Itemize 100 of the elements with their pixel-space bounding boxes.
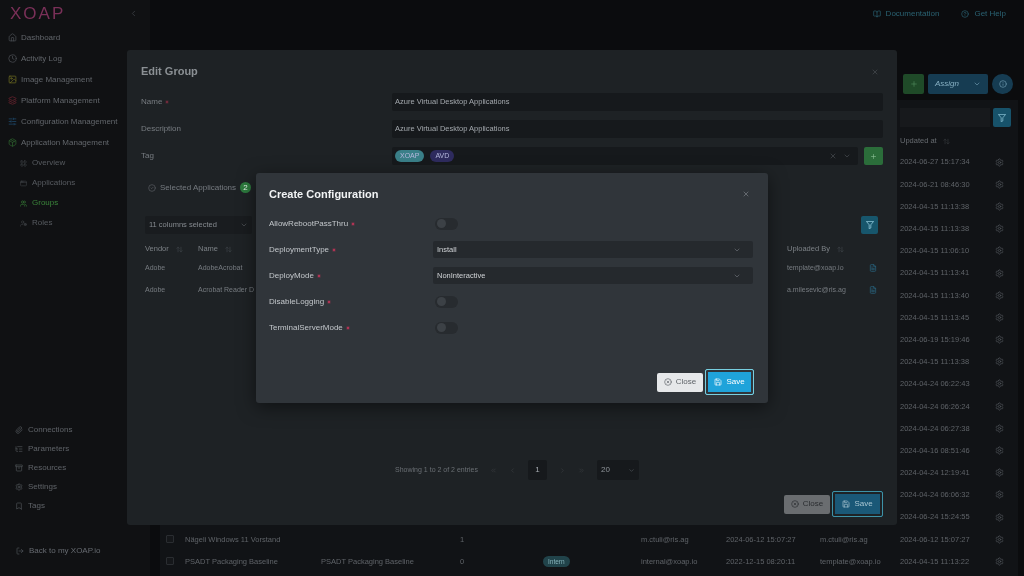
archive-icon [15, 463, 23, 472]
sliders-icon [8, 117, 17, 126]
sidebar-item[interactable]: Connections [15, 420, 73, 439]
row-checkbox[interactable] [166, 557, 174, 566]
user-gear-icon [20, 219, 27, 227]
gear-icon[interactable] [995, 224, 1004, 234]
plus-icon [870, 152, 877, 160]
image-icon [8, 75, 17, 84]
sort-icon[interactable] [175, 245, 183, 253]
gear-icon[interactable] [995, 490, 1004, 500]
sort-icon[interactable] [942, 137, 950, 145]
gear-icon[interactable] [995, 468, 1004, 478]
gear-icon[interactable] [995, 357, 1004, 367]
close-icon[interactable] [871, 67, 879, 76]
sort-icon[interactable] [225, 245, 232, 253]
gear-icon[interactable] [995, 201, 1004, 211]
sidebar-item[interactable]: Image Management [8, 69, 93, 90]
save-button[interactable]: Save [705, 369, 754, 395]
info-button[interactable] [992, 74, 1013, 94]
collapse-icon[interactable] [129, 9, 138, 18]
header-link[interactable]: Get Help [961, 8, 1006, 20]
add-button[interactable] [903, 74, 924, 94]
gear-icon[interactable] [995, 534, 1004, 544]
chevron-down-icon[interactable] [843, 152, 851, 160]
close-circle-icon [663, 378, 672, 386]
toggle-switch[interactable] [435, 295, 458, 308]
sidebar-subitem[interactable]: Roles [20, 213, 53, 233]
sidebar-subitem[interactable]: Groups [20, 193, 59, 213]
assign-dropdown[interactable]: Assign [928, 74, 988, 94]
count-badge: 2 [240, 182, 252, 193]
close-button[interactable]: Close [657, 372, 703, 392]
save-icon [842, 500, 851, 508]
filter-button[interactable] [861, 216, 878, 234]
list-icon [15, 444, 23, 453]
gear-icon[interactable] [995, 335, 1004, 345]
filter-icon [998, 113, 1006, 122]
sidebar-item[interactable]: Parameters [15, 439, 70, 458]
sidebar-item[interactable]: Dashboard [8, 27, 61, 48]
plus-icon [909, 80, 918, 88]
bookmark-icon [15, 501, 23, 510]
close-circle-icon [790, 500, 799, 508]
add-tag-button[interactable] [864, 147, 883, 165]
layers-icon [8, 96, 17, 105]
row-checkbox[interactable] [166, 535, 174, 544]
gear-icon[interactable] [995, 290, 1004, 300]
field-label: DeployMode [269, 269, 314, 282]
page-size-select[interactable]: 20 [596, 460, 639, 480]
sidebar-item[interactable]: Configuration Management [8, 111, 118, 132]
users-icon [20, 199, 27, 207]
field-label: DeploymentType [269, 243, 330, 256]
window-icon [20, 179, 27, 187]
gear-icon[interactable] [995, 157, 1004, 167]
document-icon[interactable] [869, 264, 877, 272]
field-label: AllowRebootPassThru [269, 217, 349, 230]
info-icon [998, 80, 1007, 88]
sidebar-item[interactable]: Resources [15, 458, 67, 477]
gear-icon[interactable] [995, 446, 1004, 456]
gear-icon[interactable] [995, 268, 1004, 278]
gear-icon[interactable] [995, 179, 1004, 189]
sidebar-item[interactable]: Settings [15, 477, 57, 496]
document-icon[interactable] [869, 286, 877, 294]
field-label: Tag [141, 150, 154, 162]
chevron-down-icon [973, 80, 981, 88]
clear-icon[interactable] [829, 152, 837, 160]
clock-icon [8, 54, 17, 63]
gear-icon[interactable] [995, 423, 1004, 433]
gear-icon[interactable] [995, 512, 1004, 522]
sidebar-item[interactable]: Tags [15, 496, 45, 515]
field-label: Description [141, 123, 181, 135]
gear-icon [15, 482, 23, 491]
sidebar-item[interactable]: Platform Management [8, 90, 100, 111]
sidebar-item[interactable]: Activity Log [8, 48, 62, 69]
grid-icon [20, 159, 27, 167]
header-link[interactable]: Documentation [872, 8, 940, 20]
toggle-switch[interactable] [435, 321, 458, 334]
chevron-down-icon [240, 221, 248, 229]
sidebar-subitem[interactable]: Overview [20, 153, 66, 173]
page-button[interactable]: 1 [527, 460, 547, 480]
field-label: DisableLogging [269, 295, 325, 308]
check-circle-icon [148, 183, 156, 192]
gear-icon[interactable] [995, 556, 1004, 566]
toggle-switch[interactable] [435, 217, 458, 230]
gear-icon[interactable] [995, 246, 1004, 256]
package-icon [8, 138, 17, 147]
home-icon [8, 33, 17, 42]
filter-icon [865, 221, 874, 229]
filter-button[interactable] [993, 108, 1011, 127]
gear-icon[interactable] [995, 401, 1004, 411]
sort-icon[interactable] [836, 245, 844, 253]
exit-icon [16, 546, 24, 555]
gear-icon[interactable] [995, 312, 1004, 322]
dialog-title: Create Configuration [269, 186, 379, 202]
gear-icon[interactable] [995, 379, 1004, 389]
sidebar-subitem[interactable]: Applications [20, 173, 76, 193]
sidebar-item[interactable]: Application Management [8, 132, 110, 153]
tab[interactable]: Selected Applications 2 [148, 180, 252, 195]
save-button[interactable]: Save [832, 491, 883, 517]
close-icon[interactable] [742, 190, 750, 198]
back-link[interactable]: Back to my XOAP.io [16, 541, 101, 560]
field-label: Name [141, 96, 163, 108]
